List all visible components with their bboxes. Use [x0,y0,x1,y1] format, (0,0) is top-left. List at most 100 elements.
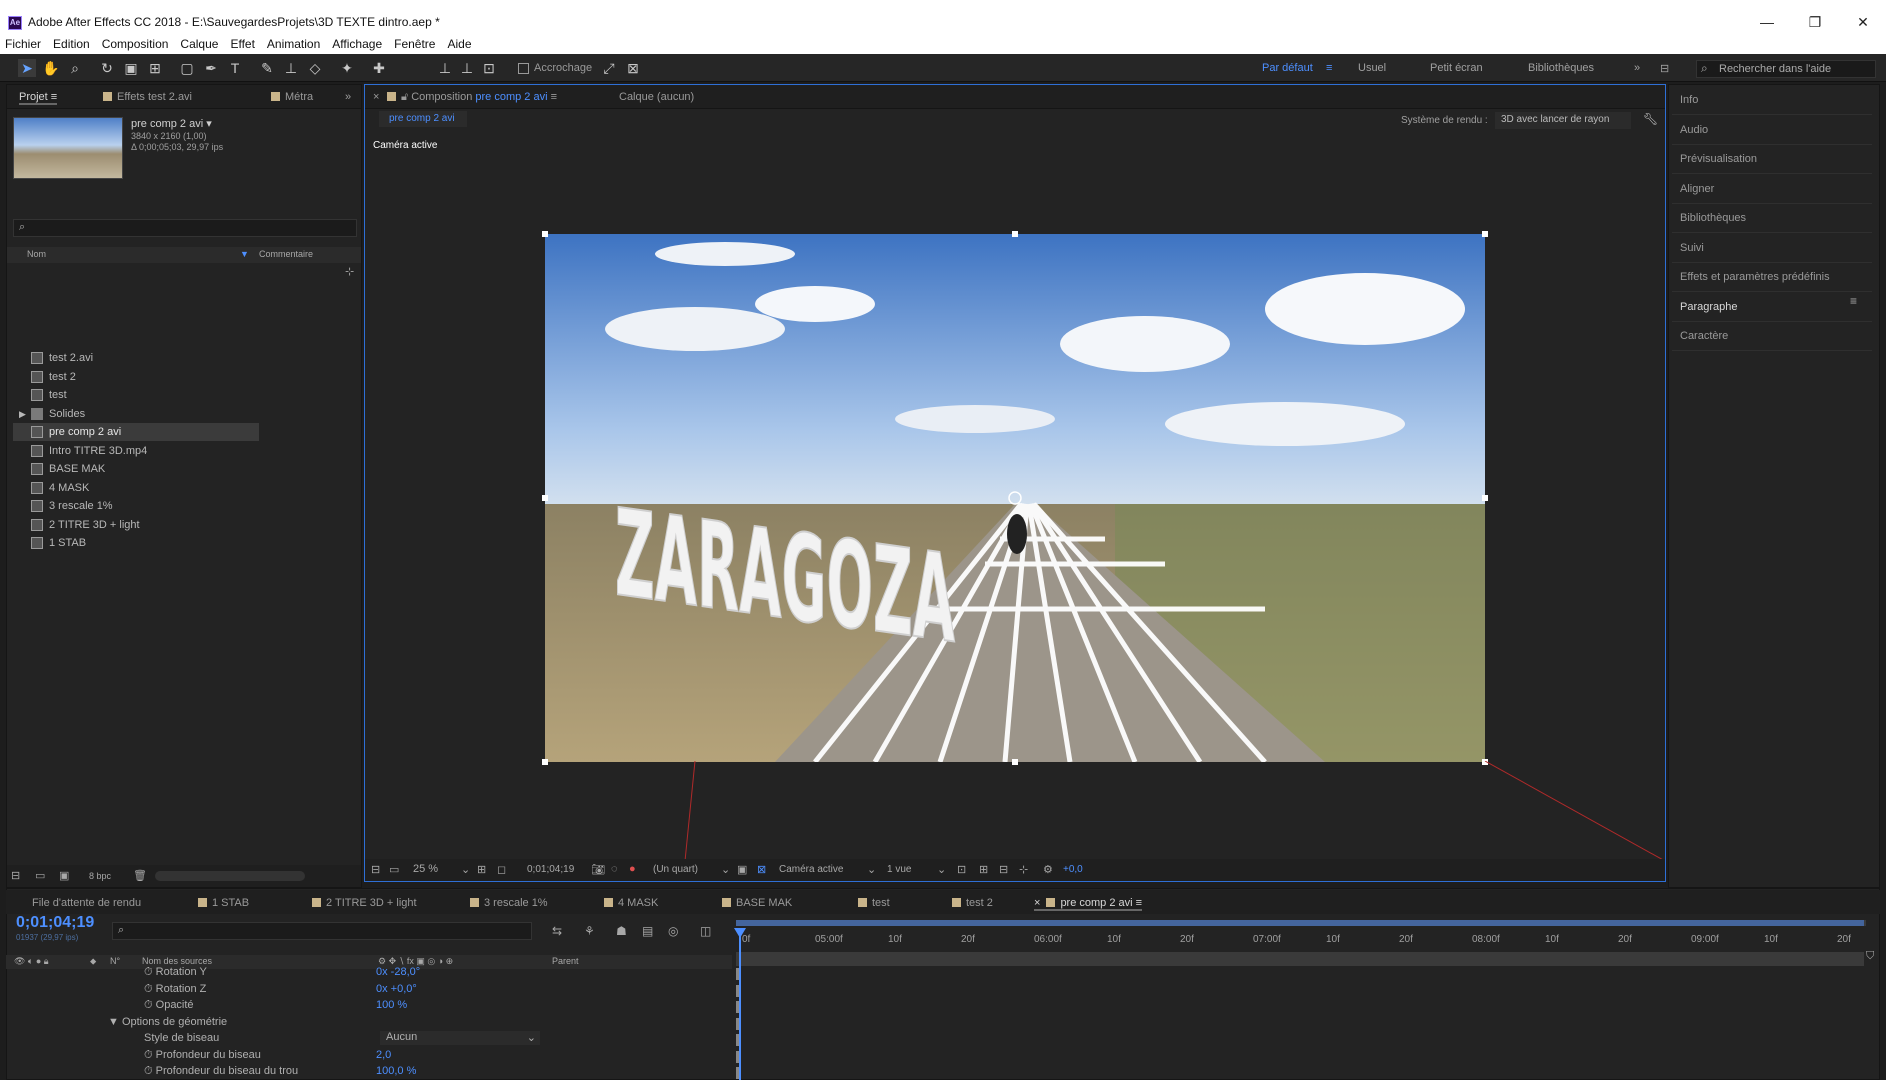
menu-composition[interactable]: Composition [97,34,176,54]
timeline-tab[interactable]: 1 STAB [198,897,249,909]
menu-affichage[interactable]: Affichage [327,34,389,54]
expand-arrow-icon[interactable]: ▼ [108,1016,122,1028]
panel-overflow-icon[interactable]: » [345,91,351,103]
draft-3d-icon[interactable]: ⚘ [584,924,595,938]
toggle-pixel-icon[interactable]: ⊡ [957,863,966,876]
project-scrollbar[interactable] [155,871,305,881]
right-panel-3[interactable]: Aligner [1672,175,1872,204]
timeline-icon[interactable]: ⊟ [999,863,1008,876]
selection-tool-icon[interactable]: ➤ [18,59,36,77]
stopwatch-icon[interactable]: ⏱ [144,1065,156,1077]
property-name[interactable]: ▼ Options de géométrie [108,1016,227,1028]
timeline-tab[interactable]: test [858,897,890,909]
renderer-dropdown[interactable]: 3D avec lancer de rayon [1495,112,1631,129]
timeline-tab[interactable]: BASE MAK [722,897,792,909]
property-value[interactable]: 0x +0,0° [376,983,417,995]
column-name[interactable]: Nom [27,249,46,259]
tab-layer[interactable]: Calque (aucun) [619,91,694,103]
snapshot-icon[interactable]: 📷︎ [591,863,605,876]
stopwatch-icon[interactable]: ⏱ [144,999,156,1011]
puppet-tool-icon[interactable]: ✚ [370,59,388,77]
new-folder-icon[interactable]: ▭ [35,869,45,882]
comp-viewer[interactable]: ZARAGOZA [545,234,1485,762]
roi-icon[interactable]: ▣ [737,863,747,876]
stamp-tool-icon[interactable]: ⊥ [282,59,300,77]
tab-metadata[interactable]: Métra [271,91,313,103]
right-panel-0[interactable]: Info [1672,86,1872,115]
bbox-handle[interactable] [1012,231,1018,237]
exposure-value[interactable]: +0,0 [1063,864,1083,875]
tab-composition[interactable]: 🔓︎ Composition pre comp 2 avi ≡ [387,91,557,104]
flowchart-icon[interactable]: ⊹ [345,265,354,278]
snap-options-icon[interactable]: ⤢ [600,59,618,77]
property-name[interactable]: Style de biseau [144,1032,219,1044]
workspace-menu-icon[interactable]: ≡ [1326,62,1332,74]
restore-icon[interactable]: ❐ [1800,12,1830,32]
menu-aide[interactable]: Aide [442,34,478,54]
menu-effet[interactable]: Effet [225,34,261,54]
project-item[interactable]: ▶ Solides [13,405,365,423]
menu-fenetre[interactable]: Fenêtre [389,34,442,54]
transparency-grid-icon[interactable]: ⊠ [757,863,766,876]
comp-breadcrumb[interactable]: pre comp 2 avi [379,111,467,127]
workspace-petit-ecran[interactable]: Petit écran [1430,62,1483,74]
flowchart-icon[interactable]: ⊹ [1019,863,1028,876]
project-item[interactable]: test 2 [13,368,365,386]
mask-visibility-icon[interactable]: ◻ [497,863,506,876]
right-panel-1[interactable]: Audio [1672,116,1872,145]
timeline-timecode[interactable]: 0;01;04;19 [16,914,94,932]
playhead[interactable] [739,930,741,1080]
right-panel-8[interactable]: Caractère [1672,322,1872,351]
anchor-tool-icon[interactable]: ⊞ [146,59,164,77]
camera-dropdown[interactable]: Caméra active [779,864,843,875]
timeline-tab[interactable]: × pre comp 2 avi ≡ [1034,897,1143,911]
exposure-icon[interactable]: ⚙︎ [1043,863,1053,876]
close-icon[interactable]: ✕ [1848,12,1878,32]
shy-layers-icon[interactable]: ☗ [616,924,627,938]
project-item[interactable]: Intro TITRE 3D.mp4 [13,442,365,460]
project-item[interactable]: 2 TITRE 3D + light [13,516,365,534]
project-item[interactable]: 3 rescale 1% [13,497,365,515]
brush-tool-icon[interactable]: ✎ [258,59,276,77]
graph-editor-icon[interactable]: ◫ [700,924,711,938]
fast-preview-icon[interactable]: ⊞ [979,863,988,876]
property-name[interactable]: ⏱ Rotation Y [144,966,207,979]
workspace-usuel[interactable]: Usuel [1358,62,1386,74]
tab-project[interactable]: Projet ≡ [19,91,58,105]
project-item[interactable]: 1 STAB [13,534,365,552]
timeline-search-input[interactable] [112,922,532,940]
snap-checkbox[interactable] [518,63,529,74]
sort-icon[interactable]: ▼ [240,249,249,259]
new-composition-icon[interactable]: ▣ [59,869,69,882]
text-tool-icon[interactable]: T [226,59,244,77]
expand-arrow-icon[interactable]: ▶ [19,405,26,423]
property-name[interactable]: ⏱ Profondeur du biseau [144,1049,261,1062]
close-tab-icon[interactable]: × [1034,897,1040,909]
property-value[interactable]: 0x -28,0° [376,966,420,978]
bbox-handle[interactable] [542,231,548,237]
timeline-navigator[interactable] [736,952,1864,966]
interpret-footage-icon[interactable]: ⊟ [11,869,20,882]
hand-tool-icon[interactable]: ✋ [42,59,60,77]
renderer-settings-icon[interactable]: 🔧︎ [1643,112,1658,126]
right-panel-5[interactable]: Suivi [1672,234,1872,263]
help-search-input[interactable]: Rechercher dans l'aide [1696,60,1876,78]
property-value[interactable]: 2,0 [376,1049,391,1061]
timeline-tab[interactable]: File d'attente de rendu [32,897,141,909]
trash-icon[interactable]: 🗑 [133,869,147,882]
property-name[interactable]: ⏱ Rotation Z [144,983,206,996]
comp-marker-icon[interactable]: ⛉ [1866,950,1874,963]
work-area-range[interactable] [736,920,1864,926]
local-axis-icon[interactable]: ⊥ [436,59,454,77]
timeline-tab[interactable]: test 2 [952,897,993,909]
project-search-input[interactable] [13,219,357,237]
view-axis-icon[interactable]: ⊡ [480,59,498,77]
menu-edition[interactable]: Edition [48,34,97,54]
project-item[interactable]: test 2.avi [13,349,365,367]
item-name[interactable]: pre comp 2 avi ▾ [131,117,212,130]
column-parent[interactable]: Parent [552,956,579,966]
right-panel-2[interactable]: Prévisualisation [1672,145,1872,174]
roto-tool-icon[interactable]: ✦ [338,59,356,77]
stopwatch-icon[interactable]: ⏱ [144,966,156,978]
camera-chevron-icon[interactable]: ⌄ [867,863,876,876]
